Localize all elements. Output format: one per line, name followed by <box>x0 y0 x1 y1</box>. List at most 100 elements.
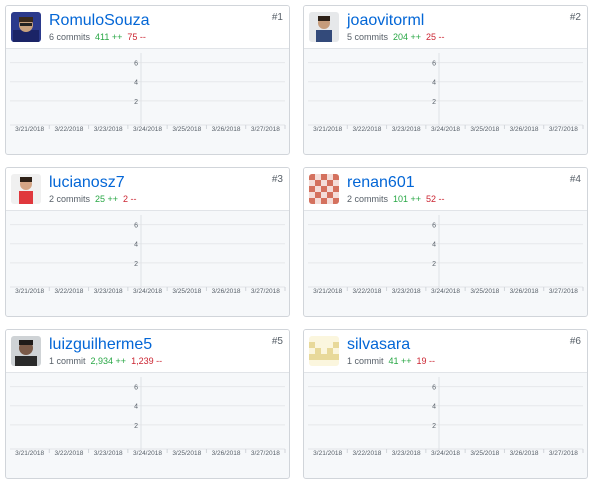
additions-count: 204 ++ <box>393 32 422 42</box>
username-link[interactable]: RomuloSouza <box>49 12 150 30</box>
y-tick-label: 6 <box>432 385 436 392</box>
x-tick-label: 3/24/2018 <box>431 126 460 133</box>
x-tick-label: 3/27/2018 <box>251 126 280 133</box>
additions-count: 2,934 ++ <box>90 356 127 366</box>
contributor-card: lucianosz7 2 commits 25 ++ 2 -- #3 6 4 2 3/21… <box>5 167 290 317</box>
commit-chart-svg: 6 4 2 3/21/2018 3/22/2018 3/23/2018 3/24/2018 3… <box>308 377 584 457</box>
contributor-card: luizguilherme5 1 commit 2,934 ++ 1,239 -- … <box>5 329 290 479</box>
y-tick-label: 6 <box>134 61 138 68</box>
commit-stats: 1 commit 41 ++ 19 -- <box>347 356 435 367</box>
identicon[interactable] <box>309 174 339 204</box>
contributor-card: joaovitorml 5 commits 204 ++ 25 -- #2 6 4 2 3… <box>303 5 588 155</box>
rank-label: #3 <box>271 174 283 185</box>
x-tick-label: 3/21/2018 <box>15 126 44 133</box>
x-tick-label: 3/26/2018 <box>212 450 241 457</box>
avatar[interactable] <box>11 336 41 366</box>
x-tick-label: 3/22/2018 <box>352 288 381 295</box>
x-tick-label: 3/27/2018 <box>549 126 578 133</box>
commit-stats: 2 commits 101 ++ 52 -- <box>347 194 445 205</box>
x-tick-label: 3/21/2018 <box>15 450 44 457</box>
x-tick-label: 3/23/2018 <box>392 288 421 295</box>
y-tick-label: 2 <box>432 99 436 106</box>
x-tick-label: 3/26/2018 <box>510 288 539 295</box>
commit-chart-svg: 6 4 2 3/21/2018 3/22/2018 3/23/2018 3/24/2018 3… <box>10 377 286 457</box>
contributor-card: RomuloSouza 6 commits 411 ++ 75 -- #1 6 4 2 3… <box>5 5 290 155</box>
additions-count: 411 ++ <box>95 32 123 42</box>
x-tick-label: 3/25/2018 <box>470 126 499 133</box>
avatar[interactable] <box>11 174 41 204</box>
commit-count[interactable]: 2 commits <box>347 194 388 204</box>
y-tick-label: 2 <box>432 261 436 268</box>
x-tick-label: 3/21/2018 <box>313 288 342 295</box>
username-link[interactable]: luizguilherme5 <box>49 336 152 354</box>
y-tick-label: 6 <box>134 223 138 230</box>
x-tick-label: 3/27/2018 <box>549 450 578 457</box>
deletions-count: 2 -- <box>123 194 137 204</box>
x-tick-label: 3/24/2018 <box>431 450 460 457</box>
username-link[interactable]: joaovitorml <box>347 12 424 30</box>
commit-chart: 6 4 2 3/21/2018 3/22/2018 3/23/2018 3/24/2018 3… <box>304 210 587 316</box>
rank-label: #4 <box>569 174 581 185</box>
commit-count[interactable]: 5 commits <box>347 32 388 42</box>
commit-count[interactable]: 2 commits <box>49 194 90 204</box>
commit-chart-svg: 6 4 2 3/21/2018 3/22/2018 3/23/2018 3/24/2018 3… <box>308 215 584 295</box>
avatar[interactable] <box>309 12 339 42</box>
card-header: RomuloSouza 6 commits 411 ++ 75 -- #1 <box>6 6 289 49</box>
additions-count: 25 ++ <box>95 194 119 204</box>
deletions-count: 1,239 -- <box>131 356 163 366</box>
x-tick-label: 3/27/2018 <box>549 288 578 295</box>
x-tick-label: 3/24/2018 <box>431 288 460 295</box>
commit-chart: 6 4 2 3/21/2018 3/22/2018 3/23/2018 3/24/2018 3… <box>6 372 289 478</box>
avatar[interactable] <box>11 12 41 42</box>
x-tick-label: 3/21/2018 <box>15 288 44 295</box>
username-link[interactable]: renan601 <box>347 174 415 192</box>
x-tick-label: 3/21/2018 <box>313 126 342 133</box>
identicon[interactable] <box>309 336 339 366</box>
y-tick-label: 2 <box>432 423 436 430</box>
x-tick-label: 3/25/2018 <box>470 288 499 295</box>
contributor-card: renan601 2 commits 101 ++ 52 -- #4 6 4 2 3/21… <box>303 167 588 317</box>
commit-stats: 2 commits 25 ++ 2 -- <box>49 194 137 205</box>
y-tick-label: 4 <box>134 242 138 249</box>
card-header: renan601 2 commits 101 ++ 52 -- #4 <box>304 168 587 211</box>
username-link[interactable]: silvasara <box>347 336 410 354</box>
card-header: silvasara 1 commit 41 ++ 19 -- #6 <box>304 330 587 373</box>
y-tick-label: 4 <box>134 80 138 87</box>
commit-chart-svg: 6 4 2 3/21/2018 3/22/2018 3/23/2018 3/24/2018 3… <box>10 215 286 295</box>
x-tick-label: 3/27/2018 <box>251 288 280 295</box>
commit-chart-svg: 6 4 2 3/21/2018 3/22/2018 3/23/2018 3/24/2018 3… <box>308 53 584 133</box>
deletions-count: 25 -- <box>426 32 445 42</box>
commit-chart: 6 4 2 3/21/2018 3/22/2018 3/23/2018 3/24/2018 3… <box>304 372 587 478</box>
x-tick-label: 3/23/2018 <box>94 288 123 295</box>
commit-chart: 6 4 2 3/21/2018 3/22/2018 3/23/2018 3/24/2018 3… <box>6 48 289 154</box>
x-tick-label: 3/22/2018 <box>352 126 381 133</box>
commit-count[interactable]: 1 commit <box>49 356 86 366</box>
x-tick-label: 3/22/2018 <box>54 288 83 295</box>
x-tick-label: 3/23/2018 <box>392 126 421 133</box>
commit-chart: 6 4 2 3/21/2018 3/22/2018 3/23/2018 3/24/2018 3… <box>6 210 289 316</box>
x-tick-label: 3/22/2018 <box>54 450 83 457</box>
card-header: lucianosz7 2 commits 25 ++ 2 -- #3 <box>6 168 289 211</box>
y-tick-label: 2 <box>134 99 138 106</box>
username-link[interactable]: lucianosz7 <box>49 174 125 192</box>
x-tick-label: 3/26/2018 <box>510 126 539 133</box>
rank-label: #2 <box>569 12 581 23</box>
x-tick-label: 3/21/2018 <box>313 450 342 457</box>
contributor-card: silvasara 1 commit 41 ++ 19 -- #6 6 4 2 3/21/… <box>303 329 588 479</box>
y-tick-label: 2 <box>134 423 138 430</box>
x-tick-label: 3/25/2018 <box>172 126 201 133</box>
commit-count[interactable]: 6 commits <box>49 32 90 42</box>
x-tick-label: 3/23/2018 <box>94 450 123 457</box>
x-tick-label: 3/24/2018 <box>133 450 162 457</box>
x-tick-label: 3/22/2018 <box>352 450 381 457</box>
y-tick-label: 4 <box>134 404 138 411</box>
y-tick-label: 4 <box>432 80 436 87</box>
rank-label: #1 <box>271 12 283 23</box>
x-tick-label: 3/26/2018 <box>212 288 241 295</box>
commit-chart-svg: 6 4 2 3/21/2018 3/22/2018 3/23/2018 3/24/2018 3… <box>10 53 286 133</box>
commit-stats: 6 commits 411 ++ 75 -- <box>49 32 146 43</box>
y-tick-label: 4 <box>432 404 436 411</box>
deletions-count: 75 -- <box>127 32 146 42</box>
card-header: joaovitorml 5 commits 204 ++ 25 -- #2 <box>304 6 587 49</box>
commit-count[interactable]: 1 commit <box>347 356 384 366</box>
